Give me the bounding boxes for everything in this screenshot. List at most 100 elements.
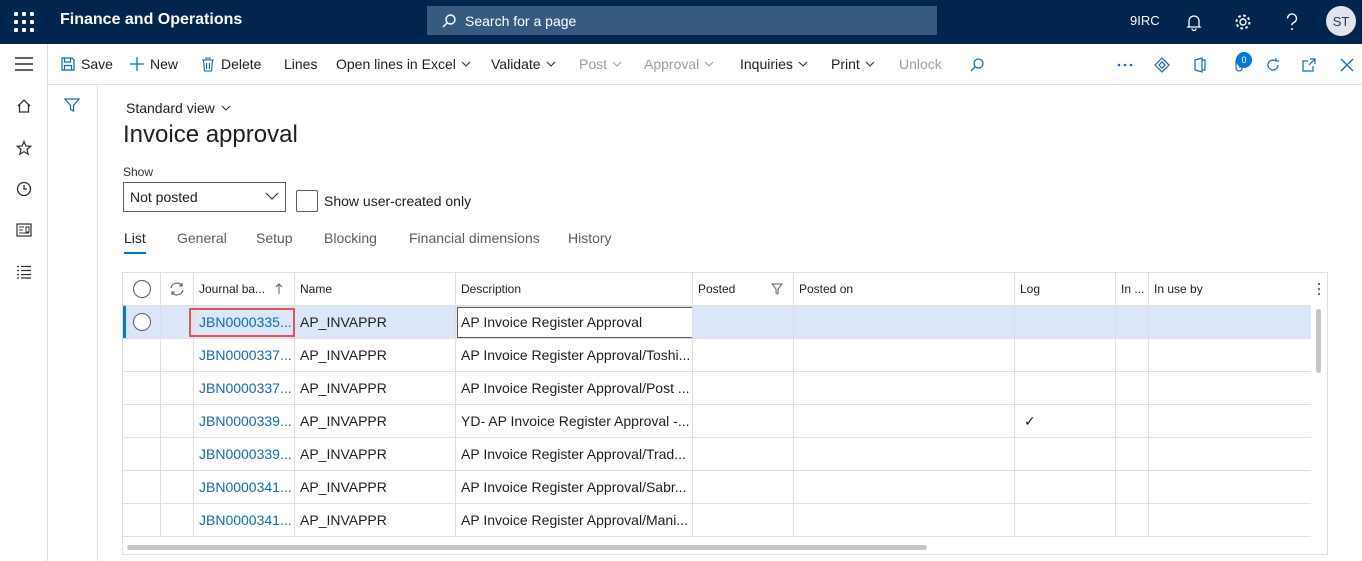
row-select-cell[interactable] (123, 339, 161, 371)
table-row[interactable]: JBN0000341... AP_INVAPPR AP Invoice Regi… (123, 471, 1311, 504)
grid-header-row: Journal ba... Name Description Posted Po… (123, 273, 1321, 306)
vertical-scrollbar[interactable] (1316, 309, 1321, 373)
filter-icon[interactable] (63, 97, 81, 118)
workspaces-icon[interactable] (14, 220, 34, 240)
log-cell (1015, 372, 1116, 404)
power-apps-icon[interactable] (1151, 54, 1173, 76)
refresh-icon[interactable] (1262, 54, 1284, 76)
posted-cell (693, 405, 794, 437)
unlock-button[interactable]: Unlock (899, 56, 942, 72)
company-picker[interactable]: 9IRC (1130, 13, 1160, 28)
table-row[interactable]: JBN0000341... AP_INVAPPR AP Invoice Regi… (123, 504, 1311, 537)
column-header-log[interactable]: Log (1015, 273, 1116, 305)
chevron-down-icon (612, 61, 622, 67)
table-row[interactable]: JBN0000337... AP_INVAPPR AP Invoice Regi… (123, 339, 1311, 372)
view-selector[interactable]: Standard view (126, 100, 231, 116)
column-header-in-use[interactable]: In ... (1116, 273, 1149, 305)
description-cell: AP Invoice Register Approval/Mani... (456, 504, 693, 536)
bell-icon[interactable] (1182, 10, 1206, 34)
tab-financial-dimensions[interactable]: Financial dimensions (409, 230, 540, 246)
print-button[interactable]: Print (831, 56, 875, 72)
validate-label: Validate (491, 56, 541, 72)
help-icon[interactable] (1280, 10, 1304, 34)
select-all-cell[interactable] (123, 273, 161, 305)
row-select-cell[interactable] (123, 438, 161, 470)
open-lines-in-excel-button[interactable]: Open lines in Excel (336, 56, 471, 72)
recent-clock-icon[interactable] (14, 179, 34, 199)
tab-setup[interactable]: Setup (256, 230, 293, 246)
journal-batch-link[interactable]: JBN0000341... (194, 471, 295, 503)
column-journal-batch-label: Journal ba... (199, 282, 266, 296)
journal-batch-link[interactable]: JBN0000339... (194, 438, 295, 470)
table-row[interactable]: JBN0000339... AP_INVAPPR YD- AP Invoice … (123, 405, 1311, 438)
column-header-in-use-by[interactable]: In use by (1149, 273, 1327, 305)
row-select-radio[interactable] (132, 313, 151, 331)
app-title[interactable]: Finance and Operations (60, 11, 242, 29)
post-label: Post (579, 56, 608, 72)
favorites-star-icon[interactable] (14, 138, 34, 158)
office-icon[interactable] (1189, 54, 1211, 76)
column-header-posted[interactable]: Posted (693, 273, 794, 305)
avatar[interactable]: ST (1326, 6, 1356, 36)
column-filter-icon (771, 283, 783, 295)
posted-on-cell (794, 438, 1015, 470)
select-all-radio[interactable] (132, 280, 151, 298)
inquiries-button[interactable]: Inquiries (740, 56, 808, 72)
column-header-description[interactable]: Description (456, 273, 693, 305)
posted-cell (693, 339, 794, 371)
more-options-icon[interactable] (1114, 54, 1136, 76)
row-select-cell[interactable] (123, 504, 161, 536)
gear-icon[interactable] (1231, 10, 1255, 34)
description-cell[interactable]: AP Invoice Register Approval (456, 306, 693, 338)
column-header-name[interactable]: Name (295, 273, 456, 305)
search-icon[interactable] (966, 54, 988, 76)
column-header-journal-batch[interactable]: Journal ba... (194, 273, 295, 305)
table-row[interactable]: JBN0000335... AP_INVAPPR AP Invoice Regi… (123, 306, 1311, 339)
chevron-down-icon (265, 192, 279, 200)
table-row[interactable]: JBN0000337... AP_INVAPPR AP Invoice Regi… (123, 372, 1311, 405)
tab-blocking[interactable]: Blocking (324, 230, 377, 246)
row-select-cell[interactable] (123, 471, 161, 503)
row-marker-cell (161, 372, 194, 404)
row-select-cell[interactable] (123, 306, 161, 338)
open-in-new-window-icon[interactable] (1298, 54, 1320, 76)
modules-list-icon[interactable] (14, 262, 34, 282)
horizontal-scrollbar[interactable] (127, 545, 927, 550)
open-lines-in-excel-label: Open lines in Excel (336, 56, 456, 72)
journal-batch-link[interactable]: JBN0000337... (194, 372, 295, 404)
description-cell: YD- AP Invoice Register Approval -... (456, 405, 693, 437)
journal-batch-link[interactable]: JBN0000339... (194, 405, 295, 437)
post-button[interactable]: Post (579, 56, 622, 72)
row-select-cell[interactable] (123, 372, 161, 404)
show-user-created-only-checkbox[interactable] (296, 190, 318, 212)
new-button[interactable]: New (130, 56, 178, 72)
approval-label: Approval (644, 56, 700, 72)
action-pane: Save New Delete Lines Open lines in Exce… (48, 44, 1362, 85)
hamburger-menu-icon[interactable] (14, 54, 34, 74)
row-select-cell[interactable] (123, 405, 161, 437)
tab-general[interactable]: General (177, 230, 227, 246)
search-box[interactable]: Search for a page (427, 6, 937, 35)
journal-batch-link[interactable]: JBN0000337... (194, 339, 295, 371)
refresh-column-cell[interactable] (161, 273, 194, 305)
invoice-journal-grid: Journal ba... Name Description Posted Po… (122, 272, 1328, 555)
posted-on-cell (794, 339, 1015, 371)
table-row[interactable]: JBN0000339... AP_INVAPPR AP Invoice Regi… (123, 438, 1311, 471)
delete-button[interactable]: Delete (201, 56, 261, 72)
print-label: Print (831, 56, 860, 72)
in-use-cell (1116, 405, 1149, 437)
app-launcher-icon[interactable] (14, 12, 34, 32)
lines-button[interactable]: Lines (284, 56, 317, 72)
column-header-posted-on[interactable]: Posted on (794, 273, 1015, 305)
tab-list[interactable]: List (124, 230, 146, 254)
validate-button[interactable]: Validate (491, 56, 556, 72)
journal-batch-link[interactable]: JBN0000341... (194, 504, 295, 536)
tab-history[interactable]: History (568, 230, 612, 246)
page-title: Invoice approval (123, 121, 298, 148)
close-icon[interactable] (1336, 54, 1358, 76)
approval-button[interactable]: Approval (644, 56, 714, 72)
save-button[interactable]: Save (61, 56, 113, 72)
home-icon[interactable] (14, 96, 34, 116)
show-dropdown[interactable]: Not posted (123, 182, 286, 212)
log-cell (1015, 438, 1116, 470)
